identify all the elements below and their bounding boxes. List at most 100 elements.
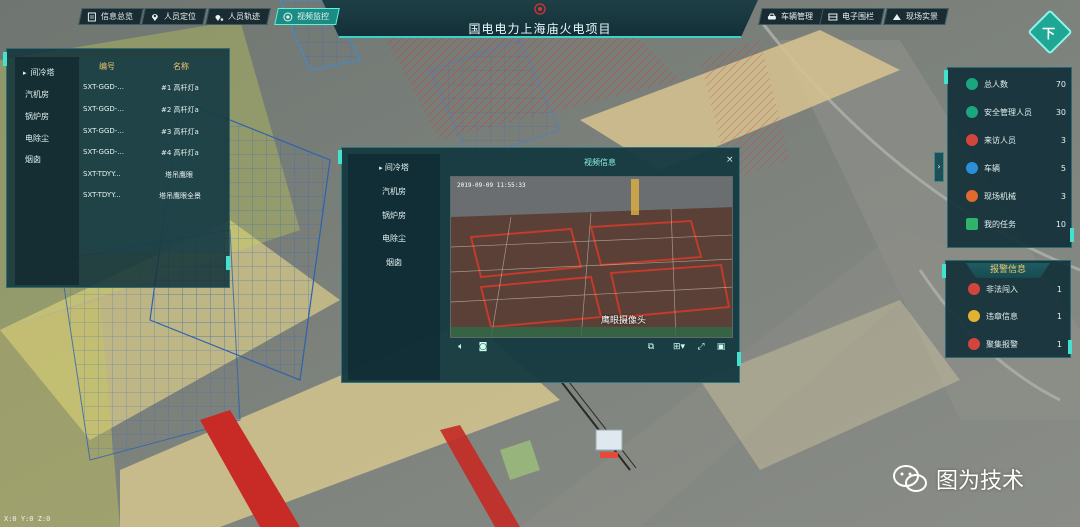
close-button[interactable]: × (726, 155, 734, 165)
stat-label: 我的任务 (984, 219, 1016, 229)
area-item-electrostatic-precipitator[interactable]: 电除尘 (25, 133, 49, 144)
table-cell-name[interactable]: #3 高杆灯a (161, 127, 199, 137)
watermark-text: 图为技术 (936, 469, 1025, 494)
alarm-title: 报警信息 (966, 263, 1050, 278)
table-cell-code[interactable]: SXT-GGD-... (83, 127, 124, 135)
alarm-crowd-gathering[interactable]: 聚集报警 1 (968, 336, 1062, 352)
alarm-value: 1 (1056, 311, 1062, 321)
video-area-turbine-house[interactable]: 汽机房 (348, 186, 440, 197)
nav-label: 车辆管理 (781, 12, 813, 21)
panel-decoration (338, 150, 342, 164)
machinery-icon (966, 190, 978, 202)
snapshot-icon[interactable]: ◙ (478, 342, 488, 352)
panel-decoration (226, 256, 230, 270)
column-header-code: 编号 (99, 62, 115, 71)
nav-label: 人员定位 (164, 12, 196, 21)
table-cell-code[interactable]: SXT-GGD-... (83, 148, 124, 156)
stat-label: 总人数 (984, 79, 1008, 89)
video-player[interactable]: 2019-09-09 11:55:33 鹰眼摄像头 (450, 176, 733, 338)
table-cell-name[interactable]: #1 高杆灯a (161, 83, 199, 93)
stats-panel-toggle[interactable]: › (934, 152, 944, 182)
document-icon (88, 12, 96, 21)
stat-value: 70 (1055, 79, 1066, 89)
video-area-cooling-tower[interactable]: 间冷塔 (348, 162, 440, 173)
corner-label: 下 (1042, 27, 1056, 43)
table-cell-code[interactable]: SXT-TDYY... (83, 191, 121, 199)
car-icon (768, 13, 776, 19)
nav-site-scene[interactable]: 现场实景 (883, 8, 949, 25)
stat-label: 安全管理人员 (984, 107, 1032, 117)
nav-label: 视频监控 (297, 12, 329, 21)
stat-safety-managers[interactable]: 安全管理人员 30 (966, 102, 1066, 122)
dialog-title: 视频信息 (584, 158, 616, 167)
table-cell-name[interactable]: #2 高杆灯a (161, 105, 199, 115)
panel-decoration (942, 264, 946, 278)
nav-personnel-location[interactable]: 人员定位 (141, 8, 207, 25)
nav-label: 电子围栏 (842, 12, 874, 21)
fullscreen-icon[interactable]: ⤢ (696, 342, 706, 352)
area-item-boiler-house[interactable]: 锅炉房 (25, 111, 49, 122)
table-cell-name[interactable]: #4 高杆灯a (161, 148, 199, 158)
layout-icon[interactable]: ⊞▾ (670, 342, 688, 352)
nav-info-overview[interactable]: 信息总览 (78, 8, 144, 25)
panel-decoration (1068, 340, 1072, 354)
statistics-panel: 总人数 70 安全管理人员 30 来访人员 3 车辆 5 现场机械 3 我的任务… (947, 67, 1072, 248)
stat-label: 来访人员 (984, 135, 1016, 145)
panel-decoration (1070, 228, 1074, 242)
stat-label: 现场机械 (984, 191, 1016, 201)
area-item-turbine-house[interactable]: 汽机房 (25, 89, 49, 100)
video-area-list: 间冷塔 汽机房 锅炉房 电除尘 烟囱 (348, 154, 440, 380)
stat-vehicles[interactable]: 车辆 5 (966, 158, 1066, 178)
nav-video-monitor[interactable]: 视频监控 (274, 8, 340, 25)
screen-icon[interactable]: ▣ (716, 342, 726, 352)
vehicle-icon (966, 162, 978, 174)
video-area-boiler-house[interactable]: 锅炉房 (348, 210, 440, 221)
stat-machinery[interactable]: 现场机械 3 (966, 186, 1066, 206)
alarm-violation-info[interactable]: 违章信息 1 (968, 308, 1062, 324)
nav-label: 信息总览 (101, 12, 133, 21)
alarm-label: 聚集报警 (986, 339, 1018, 349)
stat-value: 30 (1055, 107, 1066, 117)
stat-label: 车辆 (984, 163, 1000, 173)
svg-text:2019-09-09 11:55:33: 2019-09-09 11:55:33 (457, 182, 526, 189)
video-area-electrostatic-precipitator[interactable]: 电除尘 (348, 233, 440, 244)
wechat-logo-icon (893, 465, 927, 492)
table-cell-name[interactable]: 塔吊鹰眼 (165, 170, 193, 180)
stat-total-people[interactable]: 总人数 70 (966, 74, 1066, 94)
fence-icon (828, 13, 838, 20)
visitor-icon (966, 134, 978, 146)
alarm-illegal-intrusion[interactable]: 非法闯入 1 (968, 281, 1062, 297)
record-icon[interactable]: ⧉ (646, 342, 656, 352)
table-cell-name[interactable]: 塔吊鹰眼全景 (159, 191, 201, 201)
alarm-label: 非法闯入 (986, 284, 1018, 294)
panel-decoration (944, 70, 948, 84)
nav-personnel-track[interactable]: 人员轨迹 (205, 8, 271, 25)
area-item-chimney[interactable]: 烟囱 (25, 154, 41, 165)
table-cell-code[interactable]: SXT-GGD-... (83, 83, 124, 91)
column-header-name: 名称 (173, 62, 189, 71)
scene-icon (893, 13, 901, 20)
stat-visitors[interactable]: 来访人员 3 (966, 130, 1066, 150)
nav-label: 现场实景 (906, 12, 938, 21)
camera-icon (283, 12, 293, 21)
alarm-value: 1 (1056, 339, 1062, 349)
area-item-cooling-tower[interactable]: 间冷塔 (23, 67, 55, 78)
stat-value: 3 (1060, 135, 1066, 145)
alarm-value: 1 (1056, 284, 1062, 294)
volume-icon[interactable]: 🔈︎ (456, 342, 466, 352)
crowd-alarm-icon (968, 338, 980, 350)
table-cell-code[interactable]: SXT-TDYY... (83, 170, 121, 178)
page-title: 国电电力上海庙火电项目 (468, 22, 612, 36)
camera-list-panel: 间冷塔 汽机房 锅炉房 电除尘 烟囱 编号 名称 SXT-GGD-... #1 … (6, 48, 230, 288)
task-icon (966, 218, 978, 230)
coordinate-readout: X:0 Y:0 Z:0 (4, 515, 51, 523)
stat-my-tasks[interactable]: 我的任务 10 (966, 214, 1066, 234)
location-pin-icon (152, 13, 158, 21)
nav-electronic-fence[interactable]: 电子围栏 (819, 8, 885, 25)
table-cell-code[interactable]: SXT-GGD-... (83, 105, 124, 113)
violation-icon (968, 310, 980, 322)
nav-vehicle-management[interactable]: 车辆管理 (758, 8, 824, 25)
video-feed-image: 2019-09-09 11:55:33 (451, 177, 732, 337)
safety-officer-icon (966, 106, 978, 118)
video-area-chimney[interactable]: 烟囱 (348, 257, 440, 268)
